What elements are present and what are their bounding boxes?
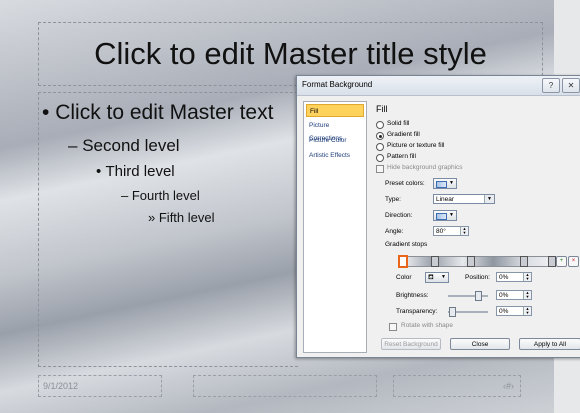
rotate-with-shape-checkbox[interactable] xyxy=(389,323,397,331)
transparency-input[interactable]: 0% ▲ ▼ xyxy=(496,306,532,316)
bullet-2: – xyxy=(68,136,78,155)
preset-swatch-icon xyxy=(436,181,447,188)
fill-pane: Fill Solid fill Gradient fill Picture or… xyxy=(373,101,580,357)
bullet-3: • xyxy=(96,163,102,180)
close-button[interactable]: Close xyxy=(450,338,510,350)
type-label: Type: xyxy=(385,196,401,203)
add-stop-icon[interactable]: + xyxy=(556,256,567,267)
pattern-fill-label: Pattern fill xyxy=(387,153,416,160)
color-label: Color xyxy=(396,274,412,281)
direction-label: Direction: xyxy=(385,212,413,219)
title-text: Click to edit Master title style xyxy=(94,36,487,71)
angle-value: 80° xyxy=(436,228,446,235)
chevron-down-icon: ▼ xyxy=(449,180,454,186)
gradient-stop-2[interactable] xyxy=(431,256,439,267)
picture-fill-label: Picture or texture fill xyxy=(387,142,445,149)
angle-input[interactable]: 80° ▲ ▼ xyxy=(433,226,469,236)
direction-button[interactable]: ▼ xyxy=(433,210,457,221)
chevron-down-icon: ▼ xyxy=(449,212,454,218)
bullet-4: – xyxy=(121,188,129,203)
type-select-value: Linear xyxy=(436,196,455,203)
position-label: Position: xyxy=(465,274,490,281)
apply-to-all-button[interactable]: Apply to All xyxy=(519,338,580,350)
slide-number-text: ‹#› xyxy=(503,381,514,391)
text-level-3: • Third level xyxy=(96,163,175,180)
gradient-stops-label: Gradient stops xyxy=(385,241,428,248)
bullet-5: » xyxy=(148,210,156,225)
gradient-fill-radio[interactable] xyxy=(376,132,384,140)
nav-item-fill[interactable]: Fill xyxy=(306,104,364,117)
paint-bucket-icon: ⛾ xyxy=(428,274,434,281)
text-level-2-label: Second level xyxy=(82,136,180,155)
transparency-value: 0% xyxy=(499,308,509,315)
dialog-titlebar[interactable]: Format Background ? ✕ xyxy=(297,76,580,96)
nav-item-picture-corrections[interactable]: Picture Corrections xyxy=(306,119,364,142)
position-value: 0% xyxy=(499,274,509,281)
brightness-label: Brightness: xyxy=(396,292,429,299)
picture-fill-radio[interactable] xyxy=(376,143,384,151)
gradient-stop-1[interactable] xyxy=(398,255,408,268)
spin-arrows-icon[interactable]: ▲ ▼ xyxy=(523,307,531,315)
rotate-with-shape-label: Rotate with shape xyxy=(401,322,454,329)
text-level-4: – Fourth level xyxy=(121,188,200,203)
format-background-dialog: Format Background ? ✕ Fill Picture Corre… xyxy=(296,75,580,358)
gradient-stop-5[interactable] xyxy=(548,256,556,267)
preset-colors-button[interactable]: ▼ xyxy=(433,178,457,189)
position-input[interactable]: 0% ▲ ▼ xyxy=(496,272,532,282)
remove-stop-icon[interactable]: × xyxy=(568,256,579,267)
type-select[interactable]: Linear ▼ xyxy=(433,194,495,204)
transparency-slider-thumb[interactable] xyxy=(449,307,456,317)
text-level-3-label: Third level xyxy=(105,163,175,180)
text-level-5: » Fifth level xyxy=(148,210,215,225)
chevron-down-icon: ▼ xyxy=(484,195,494,203)
body-placeholder[interactable] xyxy=(38,92,298,367)
date-text: 9/1/2012 xyxy=(43,381,79,391)
hide-background-label: Hide background graphics xyxy=(387,164,463,171)
gradient-stop-3[interactable] xyxy=(467,256,475,267)
date-placeholder[interactable]: 9/1/2012 xyxy=(38,375,162,397)
gradient-stop-4[interactable] xyxy=(520,256,528,267)
brightness-value: 0% xyxy=(499,292,509,299)
brightness-slider-track[interactable] xyxy=(448,295,488,297)
solid-fill-label: Solid fill xyxy=(387,120,410,127)
text-level-2: – Second level xyxy=(68,136,180,156)
chevron-down-icon: ▼ xyxy=(441,274,446,280)
nav-item-artistic-effects[interactable]: Artistic Effects xyxy=(306,149,364,162)
footer-placeholder[interactable] xyxy=(193,375,377,397)
help-button[interactable]: ? xyxy=(542,78,560,93)
text-level-4-label: Fourth level xyxy=(131,188,200,203)
solid-fill-radio[interactable] xyxy=(376,121,384,129)
spin-arrows-icon[interactable]: ▲ ▼ xyxy=(523,273,531,281)
hide-background-checkbox[interactable] xyxy=(376,165,384,173)
reset-background-button[interactable]: Reset Background xyxy=(381,338,441,350)
text-level-1: • Click to edit Master text xyxy=(42,101,273,125)
category-list: Fill Picture Corrections Picture Color A… xyxy=(303,101,367,353)
stop-color-button[interactable]: ⛾ ▼ xyxy=(425,272,449,283)
angle-label: Angle: xyxy=(385,228,404,235)
bullet-1: • xyxy=(42,101,50,124)
slide-number-placeholder[interactable]: ‹#› xyxy=(393,375,521,397)
gradient-fill-label: Gradient fill xyxy=(387,131,420,138)
brightness-input[interactable]: 0% ▲ ▼ xyxy=(496,290,532,300)
gradient-stops-bar[interactable] xyxy=(401,256,555,267)
close-icon[interactable]: ✕ xyxy=(562,78,580,93)
direction-swatch-icon xyxy=(436,213,447,220)
nav-item-picture-color[interactable]: Picture Color xyxy=(306,134,364,147)
preset-colors-label: Preset colors: xyxy=(385,180,425,187)
text-level-1-label: Click to edit Master text xyxy=(55,101,274,124)
text-level-5-label: Fifth level xyxy=(158,210,215,225)
section-heading: Fill xyxy=(376,104,388,114)
spin-arrows-icon[interactable]: ▲ ▼ xyxy=(460,227,468,235)
pattern-fill-radio[interactable] xyxy=(376,154,384,162)
transparency-label: Transparency: xyxy=(396,308,438,315)
spin-arrows-icon[interactable]: ▲ ▼ xyxy=(523,291,531,299)
dialog-title: Format Background xyxy=(302,80,373,89)
brightness-slider-thumb[interactable] xyxy=(475,291,482,301)
